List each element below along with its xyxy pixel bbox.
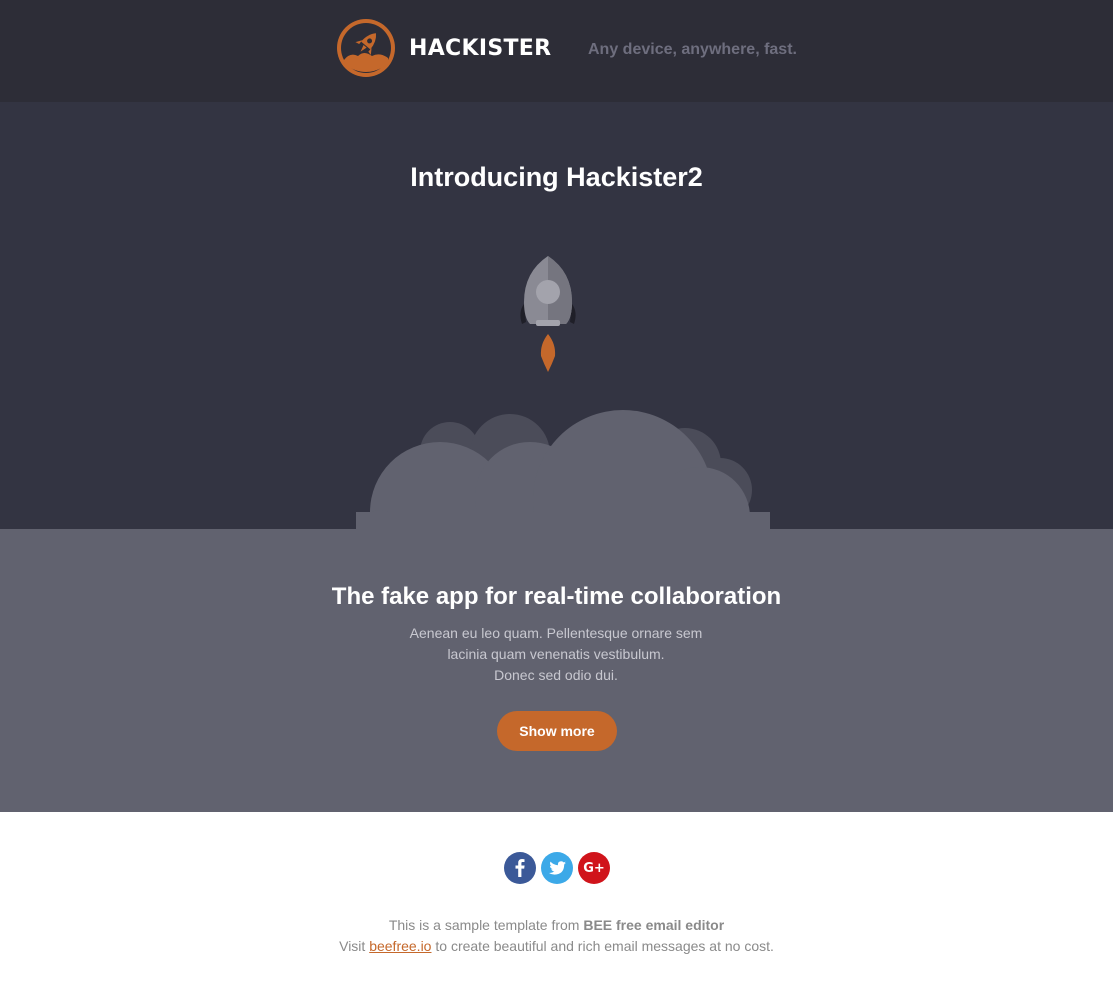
header-bar: HACKISTER Any device, anywhere, fast.: [0, 0, 1113, 102]
footer-line-2: Visit beefree.io to create beautiful and…: [0, 938, 1113, 954]
tagline: Any device, anywhere, fast.: [588, 41, 797, 58]
footer-line-1: This is a sample template from BEE free …: [0, 917, 1113, 933]
footer-text: This is a sample template from: [388, 917, 584, 933]
footer-text: Visit: [339, 938, 370, 954]
feature-description: Aenean eu leo quam. Pellentesque ornare …: [356, 623, 756, 686]
show-more-button[interactable]: Show more: [497, 711, 617, 751]
rocket-logo-icon[interactable]: [336, 18, 396, 78]
description-line: Aenean eu leo quam. Pellentesque ornare …: [409, 625, 703, 641]
hero-section: Introducing Hackister2: [0, 102, 1113, 532]
feature-title: The fake app for real-time collaboration: [331, 583, 782, 610]
facebook-icon[interactable]: [504, 852, 536, 884]
brand-name: HACKISTER: [409, 36, 552, 61]
clouds-illustration: [356, 410, 770, 532]
email-page: HACKISTER Any device, anywhere, fast. In…: [0, 0, 1113, 986]
description-line: lacinia quam venenatis vestibulum.: [447, 646, 665, 662]
description-line: Donec sed odio dui.: [494, 667, 618, 683]
footer-bold-text: BEE free email editor: [583, 917, 725, 933]
feature-section: The fake app for real-time collaboration…: [0, 529, 1113, 812]
google-plus-icon[interactable]: G+: [578, 852, 610, 884]
google-plus-glyph: G+: [583, 860, 605, 876]
footer-text: to create beautiful and rich email messa…: [431, 938, 774, 954]
twitter-icon[interactable]: [541, 852, 573, 884]
hero-title: Introducing Hackister2: [410, 162, 703, 192]
rocket-icon: [520, 256, 576, 372]
beefree-link[interactable]: beefree.io: [369, 938, 431, 954]
